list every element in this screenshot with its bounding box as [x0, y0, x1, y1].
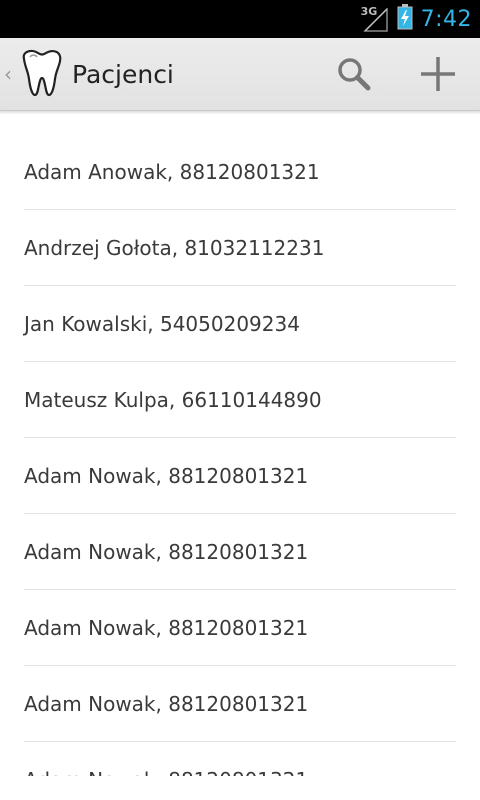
add-patient-button[interactable]	[402, 38, 474, 110]
patient-label: Adam Nowak, 88120801321	[24, 615, 309, 640]
search-button[interactable]	[318, 38, 390, 110]
patient-list-item[interactable]: Adam Nowak, 88120801321	[24, 438, 456, 514]
status-bar: 3G 7:42	[0, 0, 480, 38]
patient-label: Mateusz Kulpa, 66110144890	[24, 387, 322, 412]
battery-charging-icon	[397, 4, 413, 34]
patient-list-item[interactable]: Adam Nowak, 88120801321	[24, 742, 456, 777]
patient-list: Adam Anowak, 88120801321 Andrzej Gołota,…	[0, 134, 480, 776]
patient-list-item[interactable]: Adam Nowak, 88120801321	[24, 514, 456, 590]
patient-list-item[interactable]: Adam Anowak, 88120801321	[24, 134, 456, 210]
tooth-logo-icon	[22, 49, 62, 97]
patient-list-item[interactable]: Adam Nowak, 88120801321	[24, 590, 456, 666]
page-title: Pacjenci	[72, 59, 174, 89]
clock: 7:42	[420, 6, 472, 32]
patient-list-item[interactable]: Jan Kowalski, 54050209234	[24, 286, 456, 362]
patient-label: Adam Nowak, 88120801321	[24, 463, 309, 488]
patient-label: Adam Nowak, 88120801321	[24, 768, 308, 777]
patient-list-item[interactable]: Adam Nowak, 88120801321	[24, 666, 456, 742]
patient-label: Adam Anowak, 88120801321	[24, 159, 320, 184]
patient-list-item[interactable]: Andrzej Gołota, 81032112231	[24, 210, 456, 286]
add-icon	[421, 57, 455, 91]
back-caret-icon: ‹	[4, 62, 12, 86]
patient-label: Adam Nowak, 88120801321	[24, 539, 309, 564]
search-icon	[338, 58, 371, 91]
signal-icon: 3G	[361, 5, 391, 32]
action-bar: ‹ Pacjenci	[0, 38, 480, 111]
status-icons: 3G 7:42	[361, 0, 472, 38]
up-navigation-button[interactable]: ‹ Pacjenci	[0, 38, 290, 110]
patient-label: Jan Kowalski, 54050209234	[24, 311, 300, 336]
patient-label: Andrzej Gołota, 81032112231	[24, 235, 325, 260]
patient-label: Adam Nowak, 88120801321	[24, 691, 309, 716]
patient-list-item[interactable]: Mateusz Kulpa, 66110144890	[24, 362, 456, 438]
